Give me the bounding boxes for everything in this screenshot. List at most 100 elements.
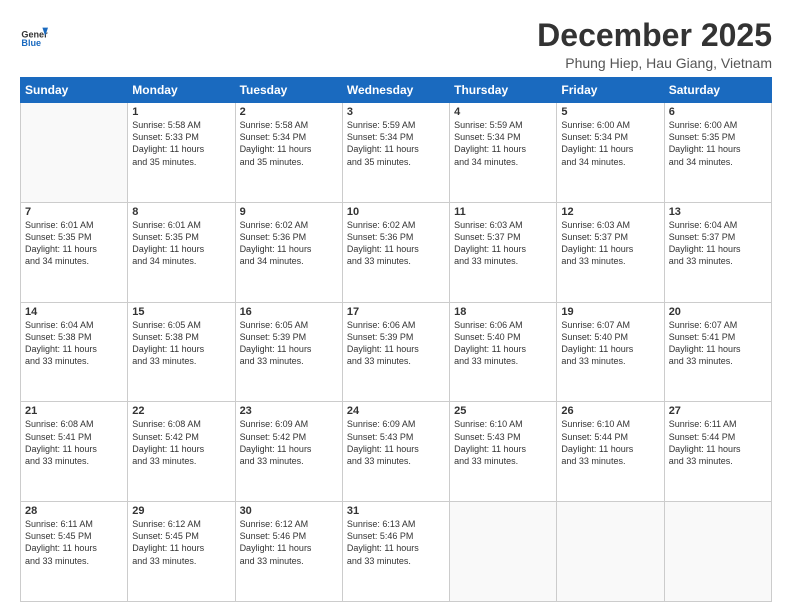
calendar-week-row: 21Sunrise: 6:08 AM Sunset: 5:41 PM Dayli… — [21, 402, 772, 502]
day-number: 28 — [25, 505, 123, 517]
cell-details: Sunrise: 6:00 AM Sunset: 5:35 PM Dayligh… — [669, 119, 767, 168]
calendar-cell: 23Sunrise: 6:09 AM Sunset: 5:42 PM Dayli… — [235, 402, 342, 502]
main-title: December 2025 — [537, 18, 772, 53]
calendar-cell: 24Sunrise: 6:09 AM Sunset: 5:43 PM Dayli… — [342, 402, 449, 502]
day-number: 8 — [132, 206, 230, 218]
day-number: 26 — [561, 405, 659, 417]
cell-details: Sunrise: 6:13 AM Sunset: 5:46 PM Dayligh… — [347, 518, 445, 567]
cell-details: Sunrise: 6:03 AM Sunset: 5:37 PM Dayligh… — [561, 219, 659, 268]
header: General Blue December 2025 Phung Hiep, H… — [20, 18, 772, 71]
calendar-cell: 31Sunrise: 6:13 AM Sunset: 5:46 PM Dayli… — [342, 502, 449, 602]
cell-details: Sunrise: 5:59 AM Sunset: 5:34 PM Dayligh… — [347, 119, 445, 168]
calendar-cell: 13Sunrise: 6:04 AM Sunset: 5:37 PM Dayli… — [664, 202, 771, 302]
calendar-week-row: 14Sunrise: 6:04 AM Sunset: 5:38 PM Dayli… — [21, 302, 772, 402]
cell-details: Sunrise: 5:58 AM Sunset: 5:34 PM Dayligh… — [240, 119, 338, 168]
calendar-cell — [21, 103, 128, 203]
cell-details: Sunrise: 6:12 AM Sunset: 5:46 PM Dayligh… — [240, 518, 338, 567]
weekday-header-row: SundayMondayTuesdayWednesdayThursdayFrid… — [21, 78, 772, 103]
cell-details: Sunrise: 5:59 AM Sunset: 5:34 PM Dayligh… — [454, 119, 552, 168]
cell-details: Sunrise: 6:06 AM Sunset: 5:40 PM Dayligh… — [454, 319, 552, 368]
calendar-cell — [664, 502, 771, 602]
calendar-cell: 3Sunrise: 5:59 AM Sunset: 5:34 PM Daylig… — [342, 103, 449, 203]
calendar-week-row: 28Sunrise: 6:11 AM Sunset: 5:45 PM Dayli… — [21, 502, 772, 602]
subtitle: Phung Hiep, Hau Giang, Vietnam — [537, 55, 772, 71]
cell-details: Sunrise: 6:09 AM Sunset: 5:42 PM Dayligh… — [240, 418, 338, 467]
cell-details: Sunrise: 6:07 AM Sunset: 5:40 PM Dayligh… — [561, 319, 659, 368]
cell-details: Sunrise: 6:05 AM Sunset: 5:38 PM Dayligh… — [132, 319, 230, 368]
calendar-cell: 14Sunrise: 6:04 AM Sunset: 5:38 PM Dayli… — [21, 302, 128, 402]
calendar-cell: 7Sunrise: 6:01 AM Sunset: 5:35 PM Daylig… — [21, 202, 128, 302]
calendar-cell: 27Sunrise: 6:11 AM Sunset: 5:44 PM Dayli… — [664, 402, 771, 502]
cell-details: Sunrise: 6:11 AM Sunset: 5:44 PM Dayligh… — [669, 418, 767, 467]
cell-details: Sunrise: 6:11 AM Sunset: 5:45 PM Dayligh… — [25, 518, 123, 567]
day-number: 4 — [454, 106, 552, 118]
calendar-cell: 1Sunrise: 5:58 AM Sunset: 5:33 PM Daylig… — [128, 103, 235, 203]
cell-details: Sunrise: 6:08 AM Sunset: 5:41 PM Dayligh… — [25, 418, 123, 467]
day-number: 5 — [561, 106, 659, 118]
cell-details: Sunrise: 6:01 AM Sunset: 5:35 PM Dayligh… — [132, 219, 230, 268]
day-number: 13 — [669, 206, 767, 218]
calendar-cell: 18Sunrise: 6:06 AM Sunset: 5:40 PM Dayli… — [450, 302, 557, 402]
day-number: 21 — [25, 405, 123, 417]
calendar-cell: 9Sunrise: 6:02 AM Sunset: 5:36 PM Daylig… — [235, 202, 342, 302]
calendar-cell: 25Sunrise: 6:10 AM Sunset: 5:43 PM Dayli… — [450, 402, 557, 502]
calendar-cell: 4Sunrise: 5:59 AM Sunset: 5:34 PM Daylig… — [450, 103, 557, 203]
calendar-cell: 28Sunrise: 6:11 AM Sunset: 5:45 PM Dayli… — [21, 502, 128, 602]
calendar-table: SundayMondayTuesdayWednesdayThursdayFrid… — [20, 77, 772, 602]
cell-details: Sunrise: 6:02 AM Sunset: 5:36 PM Dayligh… — [347, 219, 445, 268]
calendar-cell: 30Sunrise: 6:12 AM Sunset: 5:46 PM Dayli… — [235, 502, 342, 602]
cell-details: Sunrise: 6:04 AM Sunset: 5:37 PM Dayligh… — [669, 219, 767, 268]
cell-details: Sunrise: 6:10 AM Sunset: 5:43 PM Dayligh… — [454, 418, 552, 467]
calendar-cell: 17Sunrise: 6:06 AM Sunset: 5:39 PM Dayli… — [342, 302, 449, 402]
cell-details: Sunrise: 6:07 AM Sunset: 5:41 PM Dayligh… — [669, 319, 767, 368]
cell-details: Sunrise: 6:00 AM Sunset: 5:34 PM Dayligh… — [561, 119, 659, 168]
cell-details: Sunrise: 6:05 AM Sunset: 5:39 PM Dayligh… — [240, 319, 338, 368]
logo: General Blue — [20, 22, 52, 50]
calendar-cell — [557, 502, 664, 602]
day-number: 11 — [454, 206, 552, 218]
calendar-week-row: 7Sunrise: 6:01 AM Sunset: 5:35 PM Daylig… — [21, 202, 772, 302]
calendar-cell: 21Sunrise: 6:08 AM Sunset: 5:41 PM Dayli… — [21, 402, 128, 502]
day-number: 6 — [669, 106, 767, 118]
calendar-cell: 16Sunrise: 6:05 AM Sunset: 5:39 PM Dayli… — [235, 302, 342, 402]
calendar-cell — [450, 502, 557, 602]
calendar-cell: 8Sunrise: 6:01 AM Sunset: 5:35 PM Daylig… — [128, 202, 235, 302]
day-number: 1 — [132, 106, 230, 118]
day-number: 31 — [347, 505, 445, 517]
cell-details: Sunrise: 6:02 AM Sunset: 5:36 PM Dayligh… — [240, 219, 338, 268]
calendar-cell: 20Sunrise: 6:07 AM Sunset: 5:41 PM Dayli… — [664, 302, 771, 402]
day-number: 14 — [25, 306, 123, 318]
weekday-header-monday: Monday — [128, 78, 235, 103]
weekday-header-thursday: Thursday — [450, 78, 557, 103]
weekday-header-saturday: Saturday — [664, 78, 771, 103]
cell-details: Sunrise: 6:08 AM Sunset: 5:42 PM Dayligh… — [132, 418, 230, 467]
calendar-cell: 22Sunrise: 6:08 AM Sunset: 5:42 PM Dayli… — [128, 402, 235, 502]
cell-details: Sunrise: 6:09 AM Sunset: 5:43 PM Dayligh… — [347, 418, 445, 467]
cell-details: Sunrise: 6:06 AM Sunset: 5:39 PM Dayligh… — [347, 319, 445, 368]
day-number: 29 — [132, 505, 230, 517]
calendar-week-row: 1Sunrise: 5:58 AM Sunset: 5:33 PM Daylig… — [21, 103, 772, 203]
weekday-header-tuesday: Tuesday — [235, 78, 342, 103]
day-number: 2 — [240, 106, 338, 118]
svg-text:Blue: Blue — [21, 38, 41, 48]
day-number: 20 — [669, 306, 767, 318]
calendar-cell: 29Sunrise: 6:12 AM Sunset: 5:45 PM Dayli… — [128, 502, 235, 602]
calendar-cell: 12Sunrise: 6:03 AM Sunset: 5:37 PM Dayli… — [557, 202, 664, 302]
day-number: 17 — [347, 306, 445, 318]
day-number: 24 — [347, 405, 445, 417]
calendar-cell: 6Sunrise: 6:00 AM Sunset: 5:35 PM Daylig… — [664, 103, 771, 203]
weekday-header-friday: Friday — [557, 78, 664, 103]
day-number: 10 — [347, 206, 445, 218]
day-number: 27 — [669, 405, 767, 417]
day-number: 25 — [454, 405, 552, 417]
logo-icon: General Blue — [20, 22, 48, 50]
calendar-cell: 11Sunrise: 6:03 AM Sunset: 5:37 PM Dayli… — [450, 202, 557, 302]
day-number: 7 — [25, 206, 123, 218]
day-number: 30 — [240, 505, 338, 517]
calendar-cell: 19Sunrise: 6:07 AM Sunset: 5:40 PM Dayli… — [557, 302, 664, 402]
weekday-header-sunday: Sunday — [21, 78, 128, 103]
cell-details: Sunrise: 6:04 AM Sunset: 5:38 PM Dayligh… — [25, 319, 123, 368]
calendar-cell: 10Sunrise: 6:02 AM Sunset: 5:36 PM Dayli… — [342, 202, 449, 302]
day-number: 12 — [561, 206, 659, 218]
cell-details: Sunrise: 6:01 AM Sunset: 5:35 PM Dayligh… — [25, 219, 123, 268]
